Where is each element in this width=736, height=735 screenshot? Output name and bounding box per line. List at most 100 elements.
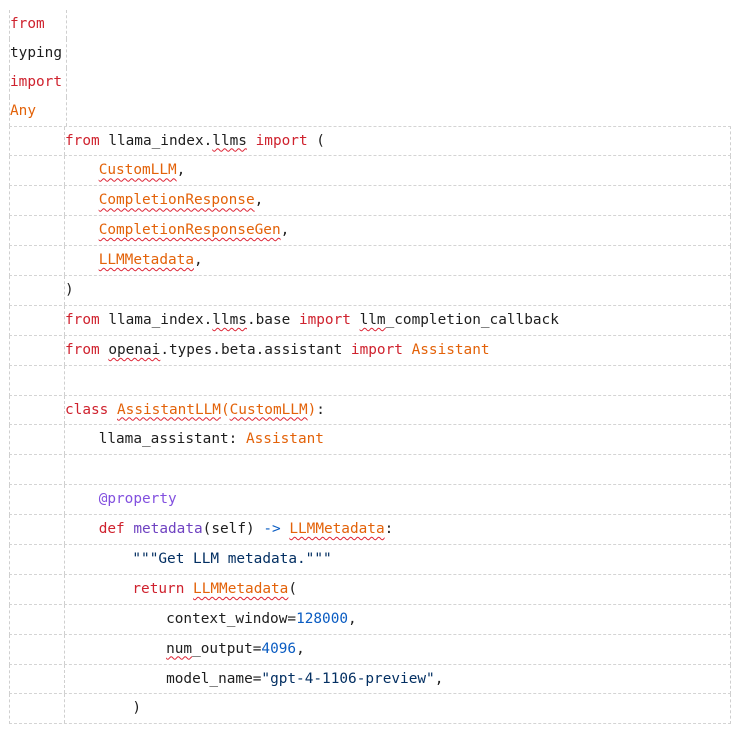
code-line-text: ) xyxy=(132,694,141,723)
code-token: llama_index. xyxy=(99,132,213,149)
code-token: @property xyxy=(98,491,177,508)
code-token: class xyxy=(65,401,109,418)
code-line[interactable]: import xyxy=(9,67,67,97)
code-line[interactable]: def metadata(self) -> LLMMetadata: xyxy=(9,515,731,546)
code-line[interactable]: from openai.types.beta.assistant import … xyxy=(9,335,731,366)
code-line[interactable]: from xyxy=(9,10,67,39)
code-line-text: def metadata(self) -> LLMMetadata: xyxy=(99,515,394,544)
code-token: CustomLLM xyxy=(229,401,308,418)
code-token: LLMMetadata xyxy=(98,252,194,269)
code-token: from xyxy=(65,311,100,328)
code-token: ( xyxy=(220,401,230,418)
code-token: 4096 xyxy=(261,640,297,657)
indent-guide xyxy=(64,276,65,305)
code-token: llm xyxy=(359,311,386,328)
indent-guide xyxy=(64,694,65,724)
code-token: _output= xyxy=(192,640,262,657)
code-line[interactable]: return LLMMetadata( xyxy=(9,574,731,605)
code-line[interactable] xyxy=(9,455,731,486)
code-line-text: CompletionResponse, xyxy=(99,186,264,215)
code-line-text: import xyxy=(10,68,62,97)
code-line-text: typing xyxy=(10,39,62,68)
code-token: import xyxy=(10,73,62,90)
code-token: typing xyxy=(10,44,62,61)
code-line[interactable]: num_output=4096, xyxy=(9,634,731,665)
code-token: CompletionResponse xyxy=(98,192,255,209)
code-line-text: CompletionResponseGen, xyxy=(99,216,290,245)
code-token: import xyxy=(255,132,308,149)
code-editor[interactable]: from typing import Any from llama_index.llms… xyxy=(9,10,731,725)
indent-guide xyxy=(64,395,65,425)
code-line[interactable]: class AssistantLLM(CustomLLM): xyxy=(9,395,731,426)
code-token: , xyxy=(194,252,203,269)
code-line-text: CustomLLM, xyxy=(99,156,186,185)
indent-guide xyxy=(64,425,65,455)
code-token: Assistant xyxy=(245,431,324,448)
indent-guide xyxy=(64,335,65,365)
code-line-text: from llama_index.llms.base import llm_co… xyxy=(65,306,559,335)
code-line-text: from openai.types.beta.assistant import … xyxy=(65,336,490,365)
code-line[interactable]: CompletionResponseGen, xyxy=(9,216,731,247)
code-token: ( xyxy=(288,580,298,597)
code-token: .types.beta.assistant xyxy=(160,341,351,358)
code-token: ) xyxy=(307,401,317,418)
code-line[interactable]: context_window=128000, xyxy=(9,604,731,635)
code-line[interactable]: from llama_index.llms import ( xyxy=(9,125,731,157)
code-line-text: from xyxy=(10,10,45,39)
code-line-text: llama_assistant: Assistant xyxy=(99,425,324,454)
code-line[interactable]: model_name="gpt-4-1106-preview", xyxy=(9,664,731,695)
indent-guide xyxy=(64,634,65,664)
code-token: , xyxy=(280,222,290,239)
code-token: (self) xyxy=(202,521,264,538)
code-line[interactable]: CompletionResponse, xyxy=(9,186,731,217)
code-line[interactable]: ) xyxy=(9,694,731,725)
code-line[interactable]: llama_assistant: Assistant xyxy=(9,425,731,456)
indent-guide xyxy=(64,515,65,545)
code-token: llms xyxy=(212,311,247,328)
code-token: import xyxy=(350,341,403,358)
code-line-text: ) xyxy=(65,276,74,305)
code-line[interactable]: CustomLLM, xyxy=(9,156,731,187)
code-token: Assistant xyxy=(411,341,490,358)
code-line[interactable]: from llama_index.llms.base import llm_co… xyxy=(9,305,731,336)
indent-guide xyxy=(64,455,65,485)
code-line-text: return LLMMetadata( xyxy=(132,575,297,604)
code-line-text: num_output=4096, xyxy=(166,635,305,664)
indent-guide xyxy=(64,485,65,515)
code-token: _completion_callback xyxy=(385,311,559,328)
code-token: .base xyxy=(246,311,299,328)
indent-guide xyxy=(64,246,65,276)
code-line[interactable]: Any xyxy=(9,96,67,126)
code-token: AssistantLLM xyxy=(117,401,221,418)
code-token: llama_index. xyxy=(99,311,213,328)
code-token: from xyxy=(10,16,45,32)
indent-guide xyxy=(64,604,65,634)
code-line-text: model_name="gpt-4-1106-preview", xyxy=(166,665,443,694)
indent-guide xyxy=(64,574,65,604)
code-token: ) xyxy=(132,700,142,717)
code-line-text: context_window=128000, xyxy=(166,605,357,634)
code-token: : xyxy=(316,401,325,418)
code-token: llama_assistant: xyxy=(98,431,246,448)
code-line[interactable]: typing xyxy=(9,38,67,68)
code-line[interactable]: LLMMetadata, xyxy=(9,246,731,277)
code-token: , xyxy=(176,162,186,179)
code-line-text: @property xyxy=(99,485,177,514)
code-token: openai xyxy=(108,341,161,358)
code-token: from xyxy=(65,341,100,358)
code-token: , xyxy=(434,670,444,687)
code-line[interactable]: ) xyxy=(9,276,731,306)
code-line-text: class AssistantLLM(CustomLLM): xyxy=(65,396,325,425)
code-line[interactable] xyxy=(9,365,731,396)
code-token: LLMMetadata xyxy=(289,521,385,538)
code-token: model_name= xyxy=(166,670,262,687)
code-line[interactable]: """Get LLM metadata.""" xyxy=(9,545,731,575)
code-token: """Get LLM metadata.""" xyxy=(132,551,332,568)
code-line[interactable]: @property xyxy=(9,485,731,516)
code-token: from xyxy=(65,132,100,149)
code-token: 128000 xyxy=(296,610,349,627)
code-line-text: Any xyxy=(10,97,36,126)
indent-guide xyxy=(64,156,65,186)
